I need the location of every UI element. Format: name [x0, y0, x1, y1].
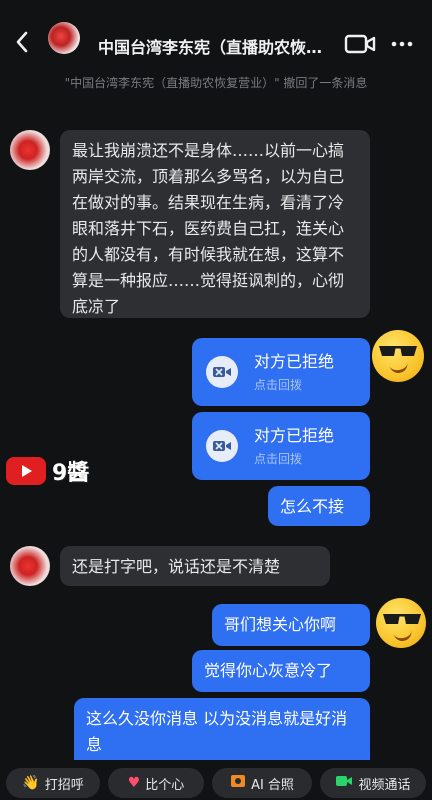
heart-icon: ♥ — [127, 775, 141, 791]
contact-avatar[interactable] — [10, 130, 50, 170]
call-status: 对方已拒绝 — [254, 352, 335, 371]
declined-call-card[interactable]: 对方已拒绝 点击回拨 — [192, 338, 370, 406]
outgoing-message[interactable]: 哥们想关心你啊 — [212, 604, 370, 646]
sunglasses-emoji-icon — [372, 330, 424, 382]
video-call-button[interactable]: 视频通话 — [320, 768, 426, 798]
chip-label: AI 合照 — [251, 777, 294, 793]
outgoing-message[interactable]: 怎么不接 — [268, 486, 370, 526]
greet-button[interactable]: 👋 打招呼 — [6, 768, 100, 798]
back-button[interactable] — [8, 28, 36, 56]
call-back-link[interactable]: 点击回拨 — [254, 450, 302, 467]
wave-emoji-icon: 👋 — [22, 775, 40, 791]
ai-photo-button[interactable]: AI 合照 — [212, 768, 312, 798]
incoming-message[interactable]: 最让我崩溃还不是身体……以前一心搞两岸交流，顶着那么多骂名，以为自己在做对的事。… — [60, 130, 370, 318]
chat-header: 中国台湾李东宪（直播助农恢… — [0, 0, 432, 80]
photo-icon — [230, 774, 246, 792]
quick-actions-bar: 👋 打招呼 ♥ 比个心 AI 合照 视频通话 — [0, 762, 432, 800]
contact-avatar[interactable] — [10, 546, 50, 586]
outgoing-message[interactable]: 觉得你心灰意冷了 — [192, 650, 370, 692]
video-camera-icon — [206, 430, 238, 462]
chip-label: 比个心 — [145, 777, 185, 793]
chat-title[interactable]: 中国台湾李东宪（直播助农恢… — [98, 34, 338, 58]
chip-label: 视频通话 — [358, 777, 411, 793]
call-back-link[interactable]: 点击回拨 — [254, 376, 302, 393]
contact-avatar[interactable] — [48, 22, 80, 54]
more-options-icon[interactable] — [390, 34, 414, 54]
video-call-icon[interactable] — [344, 32, 376, 56]
video-call-icon — [335, 775, 353, 791]
chip-label: 打招呼 — [44, 777, 84, 793]
play-logo-icon — [6, 457, 46, 485]
declined-call-card[interactable]: 对方已拒绝 点击回拨 — [192, 412, 370, 480]
outgoing-message[interactable]: 这么久没你消息 以为没消息就是好消息 — [74, 698, 370, 760]
video-camera-icon — [206, 356, 238, 388]
incoming-message[interactable]: 还是打字吧，说话还是不清楚 — [60, 546, 330, 586]
watermark-text: 9醬 — [52, 461, 90, 486]
recall-notice: "中国台湾李东宪（直播助农恢复营业）" 撤回了一条消息 — [64, 76, 368, 90]
video-watermark: 9醬 — [6, 454, 106, 488]
sunglasses-emoji-icon — [376, 598, 426, 648]
call-status: 对方已拒绝 — [254, 426, 335, 445]
chevron-left-icon — [16, 31, 28, 53]
heart-gesture-button[interactable]: ♥ 比个心 — [108, 768, 204, 798]
